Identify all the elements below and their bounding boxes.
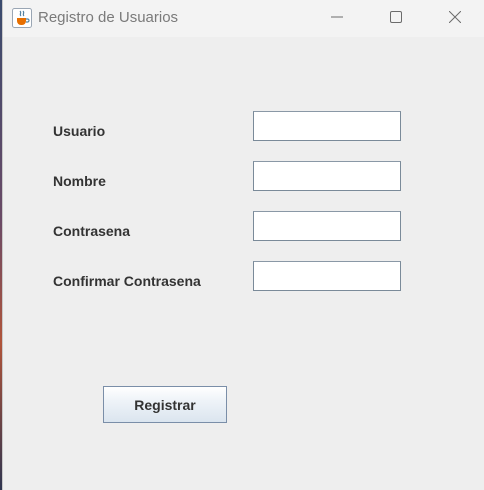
usuario-label: Usuario	[53, 123, 106, 139]
minimize-icon	[331, 10, 343, 28]
window-title: Registro de Usuarios	[38, 9, 179, 26]
close-button[interactable]	[432, 0, 478, 37]
confirmar-contrasena-field[interactable]	[253, 261, 401, 291]
contrasena-label: Contrasena	[53, 223, 131, 239]
nombre-label: Nombre	[53, 173, 106, 189]
maximize-button[interactable]	[373, 0, 419, 37]
minimize-button[interactable]	[314, 0, 360, 37]
app-window: Registro de Usuarios Usuario Nombre Cont…	[2, 0, 484, 490]
close-icon	[448, 10, 462, 28]
registrar-button[interactable]: Registrar	[103, 386, 227, 423]
nombre-field[interactable]	[253, 161, 401, 191]
title-bar[interactable]: Registro de Usuarios	[3, 0, 484, 37]
confirmar-contrasena-label: Confirmar Contrasena	[53, 273, 201, 289]
contrasena-field[interactable]	[253, 211, 401, 241]
maximize-icon	[390, 10, 402, 28]
usuario-field[interactable]	[253, 111, 401, 141]
java-cup-icon	[12, 8, 32, 28]
